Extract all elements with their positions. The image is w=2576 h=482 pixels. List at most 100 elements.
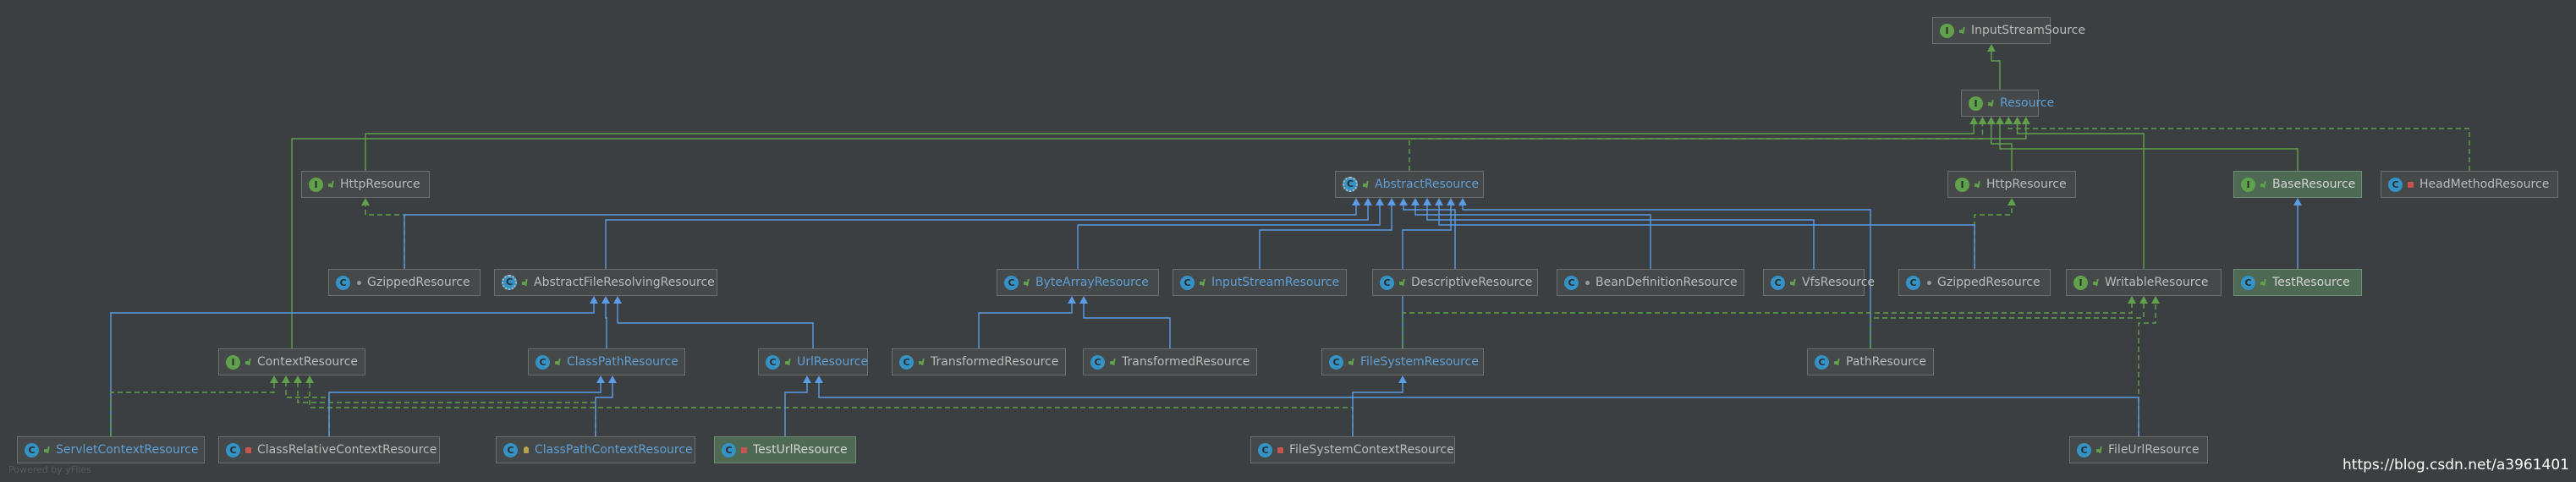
public-visibility-icon bbox=[1023, 278, 1031, 287]
public-visibility-icon bbox=[1833, 358, 1842, 366]
node-label: FileSystemResource bbox=[1360, 355, 1479, 369]
edge-file-system-resource-to-writable-resource bbox=[1402, 302, 2133, 348]
edge-arrowhead bbox=[1458, 198, 1467, 205]
edge-context-resource-to-resource bbox=[291, 123, 2027, 348]
node-input-stream-source[interactable]: I InputStreamSource bbox=[1932, 17, 2085, 44]
watermark-url: https://blog.csdn.net/a3961401 bbox=[2343, 457, 2569, 474]
node-base-resource[interactable]: I BaseResource bbox=[2233, 171, 2362, 198]
public-visibility-icon bbox=[1789, 278, 1798, 287]
node-label: InputStreamResource bbox=[1211, 276, 1340, 289]
node-label: HeadMethodResource bbox=[2419, 178, 2550, 191]
node-transformed-resource1[interactable]: C TransformedResource bbox=[892, 348, 1066, 375]
node-file-url-resource[interactable]: C FileUrlResource bbox=[2069, 436, 2208, 463]
edge-arrowhead bbox=[1423, 198, 1431, 205]
node-label: DescriptiveResource bbox=[1411, 276, 1533, 289]
edge-class-relative-context-resource-to-context-resource bbox=[285, 381, 330, 436]
class-badge-icon: C bbox=[1004, 275, 1019, 290]
node-http-resource2[interactable]: I HttpResource bbox=[1947, 171, 2076, 198]
public-visibility-icon bbox=[2095, 446, 2104, 454]
uml-diagram-canvas[interactable]: I InputStreamSource I Resource I HttpResource… bbox=[0, 0, 2576, 482]
node-label: HttpResource bbox=[1986, 178, 2067, 191]
node-label: TransformedResource bbox=[1122, 355, 1250, 369]
edge-arrowhead bbox=[2008, 198, 2016, 205]
public-visibility-icon bbox=[918, 358, 926, 366]
node-label: FileUrlResource bbox=[2108, 443, 2200, 457]
node-byte-array-resource[interactable]: C ByteArrayResource bbox=[997, 269, 1159, 296]
edge-test-url-resource-to-url-resource bbox=[784, 381, 808, 436]
edge-transformed-resource2-to-byte-array-resource bbox=[1083, 302, 1171, 348]
node-class-path-context-resource[interactable]: C ClassPathContextResource bbox=[496, 436, 695, 463]
private-visibility-icon bbox=[740, 446, 749, 454]
class-badge-icon: C bbox=[2077, 442, 2091, 457]
node-gzipped-resource1[interactable]: C GzippedResource bbox=[328, 269, 481, 296]
node-label: Resource bbox=[2000, 96, 2055, 110]
edge-arrowhead bbox=[2151, 296, 2160, 304]
node-label: VfsResource bbox=[1802, 276, 1876, 289]
node-abstract-resource[interactable]: C AbstractResource bbox=[1335, 171, 1484, 198]
edge-gzipped-resource2-to-http-resource2 bbox=[1974, 204, 2013, 269]
edge-arrowhead bbox=[1364, 198, 1372, 205]
public-visibility-icon bbox=[1974, 180, 1982, 189]
edge-arrowhead bbox=[1387, 198, 1396, 205]
class-badge-icon: C bbox=[25, 442, 39, 457]
public-visibility-icon bbox=[1199, 278, 1207, 287]
node-head-method-resource[interactable]: C HeadMethodResource bbox=[2381, 171, 2558, 198]
node-class-relative-context-resource[interactable]: C ClassRelativeContextResource bbox=[218, 436, 440, 463]
class-badge-icon: C bbox=[1906, 275, 1920, 290]
node-url-resource[interactable]: C UrlResource bbox=[758, 348, 868, 375]
node-servlet-context-resource[interactable]: C ServletContextResource bbox=[17, 436, 205, 463]
interface-badge-icon: I bbox=[2073, 275, 2088, 290]
node-label: ClassPathResource bbox=[567, 355, 678, 369]
package-visibility-icon bbox=[354, 278, 363, 287]
node-transformed-resource2[interactable]: C TransformedResource bbox=[1083, 348, 1257, 375]
node-abstract-file-resolving-resource[interactable]: C AbstractFileResolvingResource bbox=[494, 269, 717, 296]
class-badge-icon: C bbox=[226, 442, 240, 457]
node-input-stream-resource[interactable]: C InputStreamResource bbox=[1173, 269, 1347, 296]
edge-arrowhead bbox=[1969, 117, 1979, 124]
node-class-path-resource[interactable]: C ClassPathResource bbox=[528, 348, 685, 375]
public-visibility-icon bbox=[1987, 99, 1996, 107]
edge-base-resource-to-resource bbox=[1999, 123, 2299, 171]
edge-gzipped-resource1-to-http-resource1 bbox=[365, 204, 405, 269]
class-badge-icon: C bbox=[766, 354, 780, 370]
edge-arrowhead bbox=[2004, 117, 2013, 124]
interface-badge-icon: I bbox=[1955, 177, 1969, 192]
node-path-resource[interactable]: C PathResource bbox=[1807, 348, 1934, 375]
node-test-resource[interactable]: C TestResource bbox=[2233, 269, 2362, 296]
edge-head-method-resource-to-resource bbox=[2008, 123, 2470, 171]
edge-arrowhead bbox=[282, 375, 290, 383]
abstract-badge-icon: C bbox=[502, 275, 517, 290]
node-writable-resource[interactable]: I WritableResource bbox=[2066, 269, 2222, 296]
public-visibility-icon bbox=[521, 278, 530, 287]
node-http-resource1[interactable]: I HttpResource bbox=[301, 171, 430, 198]
edge-arrowhead bbox=[1435, 198, 1443, 205]
public-visibility-icon bbox=[1109, 358, 1118, 366]
private-visibility-icon bbox=[2407, 180, 2415, 189]
node-resource[interactable]: I Resource bbox=[1961, 90, 2054, 117]
package-visibility-icon bbox=[1925, 278, 1933, 287]
class-badge-icon: C bbox=[503, 442, 518, 457]
class-badge-icon: C bbox=[1815, 354, 1829, 370]
node-label: ContextResource bbox=[257, 355, 359, 369]
edge-arrowhead bbox=[2021, 117, 2030, 124]
public-visibility-icon bbox=[1398, 278, 1407, 287]
node-gzipped-resource2[interactable]: C GzippedResource bbox=[1898, 269, 2051, 296]
node-descriptive-resource[interactable]: C DescriptiveResource bbox=[1372, 269, 1538, 296]
node-file-system-resource[interactable]: C FileSystemResource bbox=[1321, 348, 1484, 375]
node-context-resource[interactable]: I ContextResource bbox=[218, 348, 365, 375]
edge-layer bbox=[110, 44, 2470, 436]
node-bean-definition-resource[interactable]: C BeanDefinitionResource bbox=[1557, 269, 1744, 296]
edge-class-path-context-resource-to-context-resource bbox=[297, 381, 596, 436]
package-visibility-icon bbox=[1583, 278, 1591, 287]
edge-file-url-resource-to-url-resource bbox=[818, 381, 2139, 436]
class-badge-icon: C bbox=[899, 354, 914, 370]
class-badge-icon: C bbox=[536, 354, 550, 370]
interface-badge-icon: I bbox=[1940, 23, 1954, 38]
interface-badge-icon: I bbox=[1969, 96, 1983, 111]
class-badge-icon: C bbox=[722, 442, 736, 457]
edge-class-relative-context-resource-to-class-path-resource bbox=[328, 381, 601, 436]
node-file-system-context-resource[interactable]: C FileSystemContextResource bbox=[1250, 436, 1455, 463]
node-vfs-resource[interactable]: C VfsResource bbox=[1763, 269, 1875, 296]
class-badge-icon: C bbox=[1771, 275, 1785, 290]
node-test-url-resource[interactable]: C TestUrlResource bbox=[714, 436, 856, 463]
